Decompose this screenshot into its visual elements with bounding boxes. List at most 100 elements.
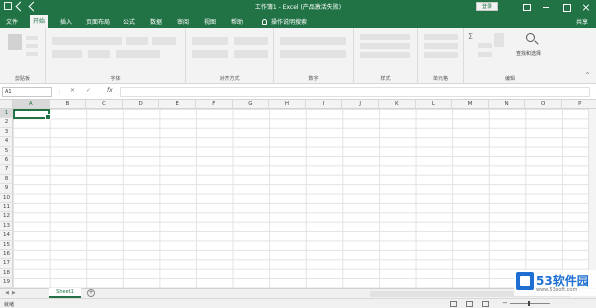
tab-view[interactable]: 视图 [204, 17, 216, 26]
cut-icon[interactable] [26, 36, 38, 40]
tab-help[interactable]: 帮助 [231, 17, 243, 26]
formula-input[interactable] [120, 87, 590, 97]
add-sheet-icon[interactable]: + [87, 289, 95, 297]
column-header-f[interactable]: F [196, 100, 233, 108]
ribbon-display-options-icon[interactable] [516, 0, 536, 14]
find-select-label[interactable]: 查找和选择 [516, 50, 541, 57]
row-header-6[interactable]: 6 [0, 156, 13, 166]
column-header-a[interactable]: A [13, 100, 50, 108]
enter-icon[interactable]: ✓ [86, 87, 91, 94]
row-header-19[interactable]: 19 [0, 278, 13, 288]
cell-area[interactable] [13, 109, 596, 288]
column-header-c[interactable]: C [86, 100, 123, 108]
copy-icon[interactable] [26, 44, 38, 48]
row-header-1[interactable]: 1 [0, 109, 13, 119]
alignment-group-label: 对齐方式 [219, 76, 240, 82]
tab-file[interactable]: 文件 [6, 17, 18, 26]
number-format-icons[interactable] [280, 50, 346, 58]
tab-formulas[interactable]: 公式 [123, 17, 135, 26]
column-header-l[interactable]: L [416, 100, 453, 108]
row-header-7[interactable]: 7 [0, 165, 13, 175]
column-header-k[interactable]: K [379, 100, 416, 108]
column-header-j[interactable]: J [342, 100, 379, 108]
login-button[interactable]: 登录 [476, 2, 498, 11]
delete-cells-button[interactable] [424, 43, 458, 49]
tab-insert[interactable]: 插入 [60, 17, 72, 26]
collapse-ribbon-icon[interactable]: ^ [585, 72, 590, 79]
autosum-icon[interactable]: Σ [468, 32, 473, 41]
page-layout-view-icon[interactable] [466, 301, 473, 307]
row-header-4[interactable]: 4 [0, 137, 13, 147]
insert-function-button[interactable]: fx [107, 87, 113, 94]
row-header-18[interactable]: 18 [0, 269, 13, 279]
merge-center-button[interactable] [234, 50, 268, 58]
horizontal-align-icons[interactable] [192, 50, 228, 58]
row-header-14[interactable]: 14 [0, 231, 13, 241]
vertical-align-icons[interactable] [192, 37, 228, 45]
zoom-out-icon[interactable]: − [502, 299, 508, 307]
tab-review[interactable]: 审阅 [177, 17, 189, 26]
cancel-icon[interactable]: ✕ [70, 87, 75, 94]
border-icon[interactable] [88, 50, 110, 58]
vertical-scrollbar[interactable] [588, 109, 596, 288]
minimize-icon[interactable] [536, 0, 556, 14]
column-header-e[interactable]: E [159, 100, 196, 108]
column-header-n[interactable]: N [489, 100, 526, 108]
insert-cells-button[interactable] [424, 34, 458, 40]
column-header-p[interactable]: P [562, 100, 596, 108]
number-format-select[interactable] [280, 37, 346, 45]
tell-me-search[interactable]: 操作说明搜索 [262, 17, 307, 26]
column-header-g[interactable]: G [233, 100, 270, 108]
row-header-11[interactable]: 11 [0, 203, 13, 213]
column-header-b[interactable]: B [50, 100, 87, 108]
font-name-select[interactable] [52, 37, 122, 45]
fill-icon[interactable] [478, 43, 492, 48]
close-icon[interactable] [576, 0, 596, 14]
row-header-8[interactable]: 8 [0, 175, 13, 185]
column-header-d[interactable]: D [123, 100, 160, 108]
row-header-13[interactable]: 13 [0, 222, 13, 232]
format-painter-icon[interactable] [26, 52, 38, 56]
font-grow-shrink-icon[interactable] [152, 37, 176, 45]
row-header-3[interactable]: 3 [0, 128, 13, 138]
row-header-17[interactable]: 17 [0, 259, 13, 269]
column-header-i[interactable]: I [306, 100, 343, 108]
select-all-corner[interactable] [0, 100, 13, 109]
normal-view-icon[interactable] [450, 301, 457, 307]
paste-icon[interactable] [8, 34, 22, 50]
find-select-icon[interactable] [526, 33, 535, 42]
row-header-9[interactable]: 9 [0, 184, 13, 194]
name-box[interactable]: A1 [2, 87, 52, 97]
format-as-table-button[interactable] [360, 43, 410, 49]
column-header-m[interactable]: M [452, 100, 489, 108]
row-header-12[interactable]: 12 [0, 212, 13, 222]
active-cell-a1[interactable] [13, 109, 51, 120]
row-header-16[interactable]: 16 [0, 250, 13, 260]
column-header-h[interactable]: H [269, 100, 306, 108]
cell-styles-button[interactable] [360, 52, 410, 58]
tab-data[interactable]: 数据 [150, 17, 162, 26]
bold-italic-underline-icons[interactable] [52, 50, 82, 58]
tab-home[interactable]: 开始 [30, 15, 49, 28]
sheet-nav-arrows-icon[interactable]: ◀▶ [5, 290, 19, 296]
maximize-icon[interactable] [556, 0, 576, 14]
row-header-15[interactable]: 15 [0, 241, 13, 250]
zoom-slider[interactable] [510, 303, 550, 304]
sort-filter-icon[interactable] [494, 33, 504, 47]
share-button[interactable]: 共享 [576, 17, 588, 26]
conditional-formatting-button[interactable] [360, 34, 410, 40]
sheet-tab-sheet1[interactable]: Sheet1 [49, 288, 81, 298]
row-header-5[interactable]: 5 [0, 147, 13, 156]
clear-icon[interactable] [478, 52, 492, 57]
row-header-10[interactable]: 10 [0, 194, 13, 203]
format-cells-button[interactable] [424, 52, 458, 58]
wrap-text-button[interactable] [234, 37, 268, 45]
fill-font-color-icons[interactable] [116, 50, 160, 58]
tab-page-layout[interactable]: 页面布局 [86, 17, 110, 26]
column-header-o[interactable]: O [525, 100, 562, 108]
zoom-thumb[interactable] [528, 301, 530, 306]
page-break-view-icon[interactable] [482, 301, 489, 307]
editing-group: Σ 查找和选择 编辑 [464, 28, 556, 84]
row-header-2[interactable]: 2 [0, 118, 13, 128]
font-size-select[interactable] [126, 37, 148, 45]
